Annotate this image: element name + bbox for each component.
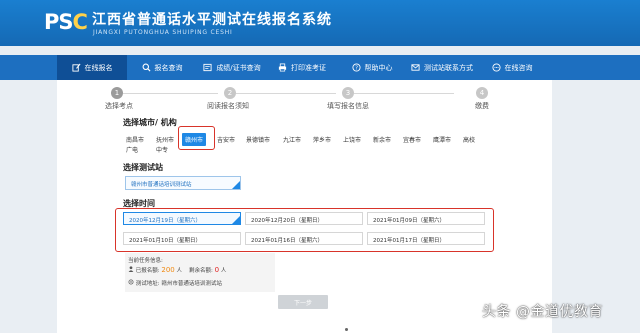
city-option[interactable]: 上饶市 xyxy=(340,133,364,146)
printer-icon xyxy=(278,63,287,72)
station-name: 赣州市普通话培训测试站 xyxy=(131,182,192,188)
nav-items: 在线报名 报名查询 成绩/证书查询 打印准考证 ? 帮助中心 测试站联系方式 在… xyxy=(57,55,552,80)
registered-count: 200 xyxy=(161,266,175,274)
nav-item-online-register[interactable]: 在线报名 xyxy=(57,55,127,80)
city-option[interactable]: 景德镇市 xyxy=(243,133,273,146)
city-highlight-box xyxy=(178,126,215,150)
step-3-circle: 3 xyxy=(342,87,354,99)
remaining-count: 0 xyxy=(214,266,220,274)
nav-label: 成绩/证书查询 xyxy=(216,63,261,72)
nav-item-register-query[interactable]: 报名查询 xyxy=(127,55,197,80)
step-connector xyxy=(123,93,218,94)
step-connector xyxy=(354,93,454,94)
step-3-label: 填写报名信息 xyxy=(327,102,369,110)
contact-icon xyxy=(411,63,420,72)
city-section-title: 选择城市/ 机构 xyxy=(123,118,177,127)
remaining-unit: 人 xyxy=(220,268,227,274)
nav-label: 在线咨询 xyxy=(504,63,533,72)
step-1-circle: 1 xyxy=(111,87,123,99)
nav-label: 在线报名 xyxy=(84,63,113,72)
user-icon xyxy=(128,266,134,274)
site-subtitle: JIANGXI PUTONGHUA SHUIPING CESHI xyxy=(93,29,233,36)
step-1-label: 选择考点 xyxy=(105,102,133,110)
help-icon: ? xyxy=(351,63,361,72)
nav-label: 打印准考证 xyxy=(291,63,326,72)
location-icon xyxy=(128,279,134,287)
header-bar: PSC 江西省普通话水平测试在线报名系统 JIANGXI PUTONGHUA S… xyxy=(0,0,640,46)
main-nav: 在线报名 报名查询 成绩/证书查询 打印准考证 ? 帮助中心 测试站联系方式 在… xyxy=(0,55,640,80)
step-2-circle: 2 xyxy=(224,87,236,99)
city-option[interactable]: 九江市 xyxy=(280,133,304,146)
next-step-button[interactable]: 下一步 xyxy=(278,295,328,309)
remaining-label: 剩余名额: xyxy=(189,268,213,274)
address-row: 测试地址: 赣州市普通话培训测试站 xyxy=(128,279,222,287)
city-option[interactable]: 萍乡市 xyxy=(310,133,334,146)
registered-label: 已报名额: xyxy=(135,268,160,274)
registered-unit: 人 xyxy=(176,268,182,274)
station-section-title: 选择测试站 xyxy=(123,163,163,172)
edit-icon xyxy=(71,63,81,72)
watermark: 头条 @金道优教育 xyxy=(482,304,603,320)
chat-icon xyxy=(491,63,501,72)
task-info-heading: 当前任务信息: xyxy=(128,258,163,264)
time-highlight-box xyxy=(115,208,494,252)
nav-label: 帮助中心 xyxy=(364,63,393,72)
city-option[interactable]: 中专 xyxy=(153,143,171,156)
selected-check-icon xyxy=(232,181,240,189)
decorative-dot xyxy=(345,328,348,331)
nav-item-print-ticket[interactable]: 打印准考证 xyxy=(267,55,337,80)
step-4-circle: 4 xyxy=(476,87,488,99)
city-option[interactable]: 鹰潭市 xyxy=(430,133,454,146)
step-2-label: 阅读报名须知 xyxy=(207,102,249,110)
nav-item-help-center[interactable]: ? 帮助中心 xyxy=(337,55,407,80)
city-option[interactable]: 吉安市 xyxy=(214,133,238,146)
nav-item-contact[interactable]: 测试站联系方式 xyxy=(407,55,477,80)
city-option[interactable]: 宜春市 xyxy=(400,133,424,146)
city-option[interactable]: 广电 xyxy=(123,143,141,156)
nav-item-online-consult[interactable]: 在线咨询 xyxy=(477,55,547,80)
task-info-panel: 当前任务信息: 已报名额: 200 人 剩余名额: 0 人 测试地址: 赣州市普… xyxy=(125,253,275,292)
certificate-icon xyxy=(203,63,212,72)
nav-label: 测试站联系方式 xyxy=(424,63,473,72)
step-connector xyxy=(236,93,336,94)
city-option[interactable]: 新余市 xyxy=(370,133,394,146)
step-4-label: 缴费 xyxy=(475,102,489,110)
logo-text: PSC xyxy=(44,10,88,34)
search-icon xyxy=(142,63,151,72)
psc-logo: PSC xyxy=(44,10,88,36)
address-value: 赣州市普通话培训测试站 xyxy=(161,281,222,287)
page: PSC 江西省普通话水平测试在线报名系统 JIANGXI PUTONGHUA S… xyxy=(0,0,640,333)
registered-count-row: 已报名额: 200 人 剩余名额: 0 人 xyxy=(128,266,226,274)
city-option[interactable]: 高校 xyxy=(460,133,478,146)
nav-item-score-query[interactable]: 成绩/证书查询 xyxy=(197,55,267,80)
svg-text:?: ? xyxy=(355,66,358,72)
address-label: 测试地址: xyxy=(135,281,160,287)
nav-label: 报名查询 xyxy=(154,63,183,72)
station-option-selected[interactable]: 赣州市普通话培训测试站 xyxy=(125,176,241,190)
site-title: 江西省普通话水平测试在线报名系统 xyxy=(92,12,332,28)
registration-panel: 1 2 3 4 选择考点 阅读报名须知 填写报名信息 缴费 选择城市/ 机构 南… xyxy=(57,80,552,333)
